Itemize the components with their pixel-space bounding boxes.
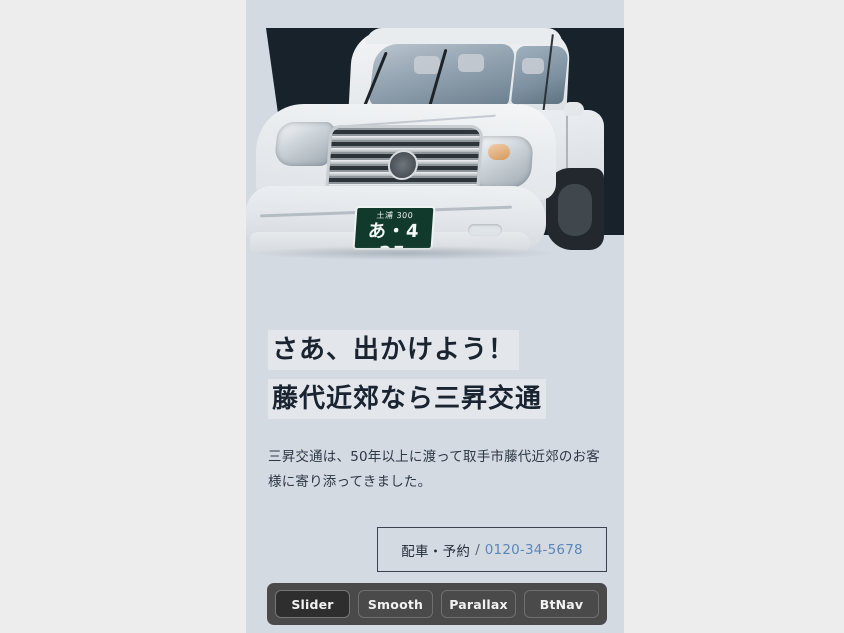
toolbar-button-parallax[interactable]: Parallax: [441, 590, 516, 618]
phone-number-link[interactable]: 0120-34-5678: [485, 542, 583, 558]
reservation-separator: /: [475, 541, 480, 558]
license-plate: 土浦 300 あ・4 25: [352, 206, 436, 250]
taxi-car-photo: 土浦 300 あ・4 25: [246, 18, 624, 308]
reservation-phone-box[interactable]: 配車・予約 / 0120-34-5678: [377, 527, 607, 572]
lead-paragraph: 三昇交通は、50年以上に渡って取手市藤代近郊のお客様に寄り添ってきました。: [268, 449, 601, 490]
toolbar-button-slider[interactable]: Slider: [275, 590, 350, 618]
car-headrest-shape: [522, 58, 544, 74]
car-side-window-shape: [510, 46, 570, 104]
page-title: さあ、出かけよう！ 藤代近郊なら三昇交通: [268, 330, 602, 428]
car-ground-shadow: [254, 246, 554, 260]
car-side-mirror-shape: [564, 102, 584, 116]
car-wheel-hub-shape: [558, 184, 592, 236]
hero-copy: さあ、出かけよう！ 藤代近郊なら三昇交通 三昇交通は、50年以上に渡って取手市藤…: [246, 330, 624, 495]
headline-line-2: 藤代近郊なら三昇交通: [268, 379, 547, 419]
car-windshield-shape: [368, 44, 516, 106]
headline-line-1: さあ、出かけよう！: [268, 330, 520, 370]
license-plate-region: 土浦 300: [376, 211, 414, 220]
car-headlight-left-shape: [273, 122, 335, 166]
demo-toolbar: Slider Smooth Parallax BtNav: [267, 583, 607, 625]
car-headrest-shape: [458, 54, 484, 72]
hero-section: 土浦 300 あ・4 25: [246, 0, 624, 330]
toolbar-button-smooth[interactable]: Smooth: [358, 590, 433, 618]
toolbar-button-btnav[interactable]: BtNav: [524, 590, 599, 618]
car-roof-shape: [366, 28, 562, 44]
page-root: 土浦 300 あ・4 25 さあ、出かけよう！ 藤代近郊なら三昇交通 三昇交通は…: [0, 0, 844, 633]
car-fog-lamp-shape: [468, 224, 502, 236]
reservation-label: 配車・予約: [401, 543, 471, 560]
car-headrest-shape: [414, 56, 440, 74]
car-illustration: 土浦 300 あ・4 25: [246, 18, 624, 308]
car-turn-signal-shape: [488, 144, 510, 160]
